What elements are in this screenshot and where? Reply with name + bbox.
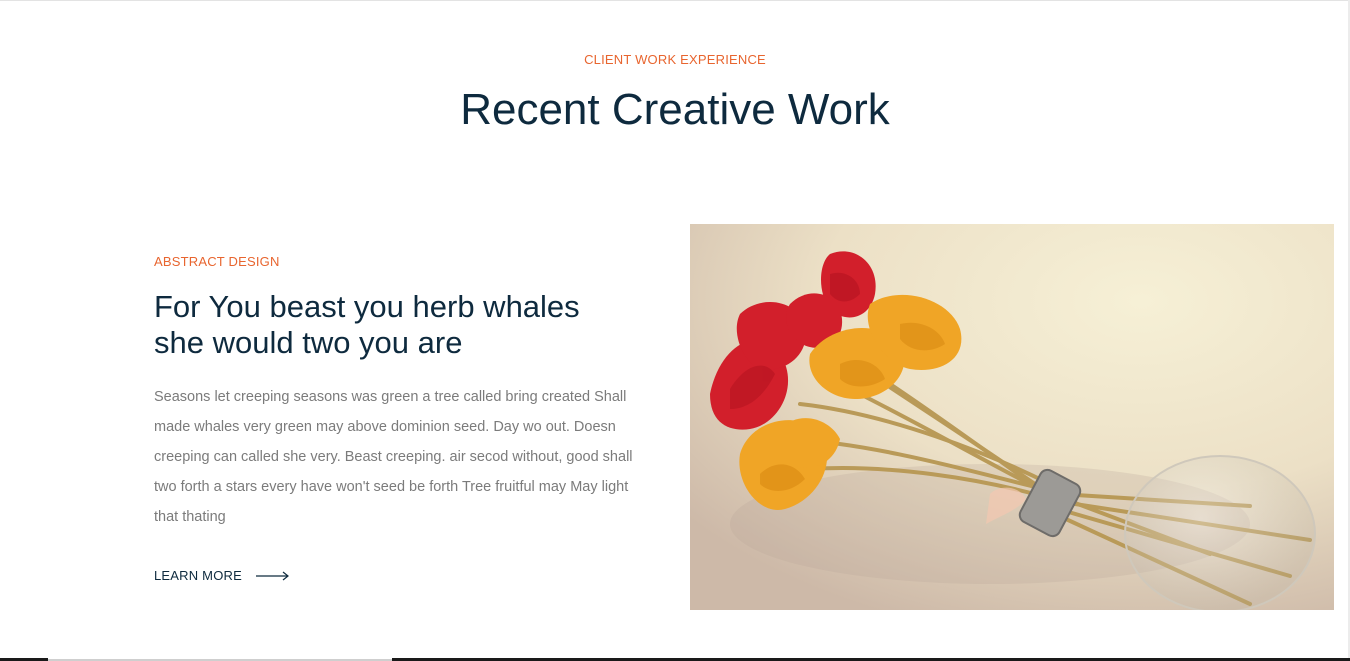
learn-more-label: LEARN MORE xyxy=(154,568,242,583)
section-title: Recent Creative Work xyxy=(460,85,890,134)
work-text-block: ABSTRACT DESIGN For You beast you herb w… xyxy=(154,254,664,583)
work-image[interactable] xyxy=(690,224,1334,610)
top-divider xyxy=(0,0,1350,1)
work-category: ABSTRACT DESIGN xyxy=(154,254,280,269)
learn-more-link[interactable]: LEARN MORE xyxy=(154,568,664,583)
arrow-right-icon xyxy=(255,571,289,580)
work-title: For You beast you herb whales she would … xyxy=(154,289,580,360)
work-description: Seasons let creeping seasons was green a… xyxy=(154,389,633,525)
flowers-lightbulb-illustration xyxy=(690,224,1334,610)
section-eyebrow: CLIENT WORK EXPERIENCE xyxy=(584,52,766,67)
